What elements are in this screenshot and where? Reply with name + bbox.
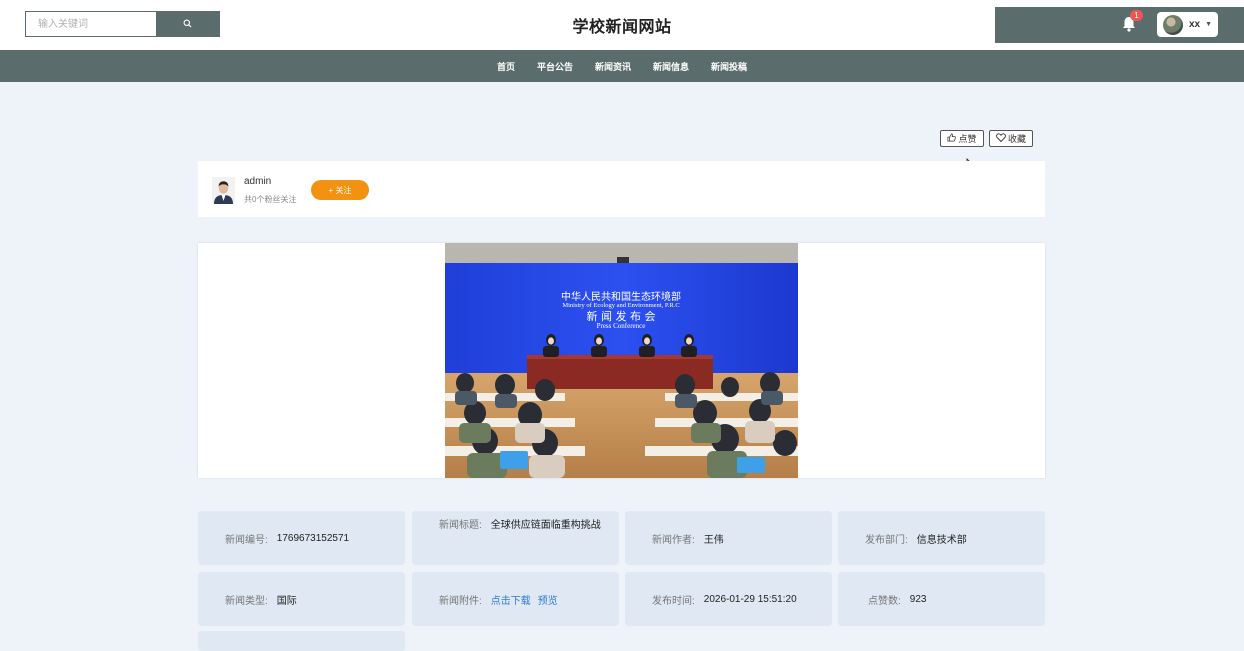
info-department: 发布部门: 信息技术部 <box>838 511 1045 565</box>
news-title-label: 新闻标题: <box>439 520 482 531</box>
info-news-id: 新闻编号: 1769673152571 <box>198 511 405 565</box>
info-publish-time: 发布时间: 2026-01-29 15:51:20 <box>625 572 832 626</box>
author-card: admin 共0个粉丝关注 + 关注 <box>198 161 1045 217</box>
like-count-label: 点赞数: <box>868 595 901 607</box>
download-link[interactable]: 点击下载 <box>491 592 531 607</box>
top-header: 学校新闻网站 1 xx ▼ <box>0 0 1244 50</box>
news-image-panel: 中华人民共和国生态环境部 Ministry of Ecology and Env… <box>198 243 1045 478</box>
user-area: 1 xx ▼ <box>995 7 1244 43</box>
info-news-type: 新闻类型: 国际 <box>198 572 405 626</box>
main-nav: 首页 平台公告 新闻资讯 新闻信息 新闻投稿 <box>0 50 1244 82</box>
info-news-author: 新闻作者: 王伟 <box>625 511 832 565</box>
news-type-value: 国际 <box>276 595 297 607</box>
chevron-down-icon: ▼ <box>1205 21 1213 28</box>
news-title-value: 全球供应链面临重构挑战 <box>490 520 601 531</box>
news-photo[interactable]: 中华人民共和国生态环境部 Ministry of Ecology and Env… <box>445 243 798 478</box>
preview-link[interactable]: 预览 <box>538 592 558 607</box>
notification-badge: 1 <box>1130 10 1143 21</box>
username: xx <box>1189 19 1201 30</box>
publish-time-value: 2026-01-29 15:51:20 <box>703 593 797 605</box>
banner-text-en: Ministry of Ecology and Environment, P.R… <box>562 302 679 309</box>
author-avatar[interactable] <box>212 177 235 204</box>
banner-event-cn: 新 闻 发 布 会 <box>587 309 656 323</box>
news-author-value: 王伟 <box>703 534 724 546</box>
author-fans-count: 共0个粉丝关注 <box>244 195 297 204</box>
nav-item-home[interactable]: 首页 <box>497 60 515 73</box>
follow-button[interactable]: + 关注 <box>311 180 369 200</box>
like-count-value: 923 <box>909 593 927 605</box>
user-menu-button[interactable]: xx ▼ <box>1157 12 1218 37</box>
nav-item-announcements[interactable]: 平台公告 <box>537 60 573 73</box>
like-label: 点赞 <box>958 134 977 144</box>
news-type-label: 新闻类型: <box>225 595 268 607</box>
nav-item-submit-news[interactable]: 新闻投稿 <box>711 60 747 73</box>
nav-item-news-feed[interactable]: 新闻资讯 <box>595 60 631 73</box>
department-label: 发布部门: <box>865 534 908 546</box>
nav-item-news-info[interactable]: 新闻信息 <box>653 60 689 73</box>
favorite-button[interactable]: 收藏 <box>989 130 1033 147</box>
info-attachment: 新闻附件: 点击下载 预览 <box>412 572 619 626</box>
heart-icon <box>996 133 1008 144</box>
info-news-title: 新闻标题: 全球供应链面临重构挑战 <box>412 511 619 565</box>
news-id-value: 1769673152571 <box>276 532 350 544</box>
favorite-label: 收藏 <box>1007 134 1026 144</box>
author-name[interactable]: admin <box>244 176 271 187</box>
department-value: 信息技术部 <box>916 534 967 546</box>
news-author-label: 新闻作者: <box>652 534 695 546</box>
publish-time-label: 发布时间: <box>652 595 695 607</box>
attachment-label: 新闻附件: <box>439 595 482 607</box>
info-like-count: 点赞数: 923 <box>838 572 1045 626</box>
like-button[interactable]: 点赞 <box>940 130 984 147</box>
avatar <box>1163 14 1183 35</box>
info-cell-partial <box>198 631 405 651</box>
news-id-label: 新闻编号: <box>225 534 268 546</box>
banner-event-en: Press Conference <box>597 322 646 330</box>
thumbs-up-icon <box>947 133 958 144</box>
